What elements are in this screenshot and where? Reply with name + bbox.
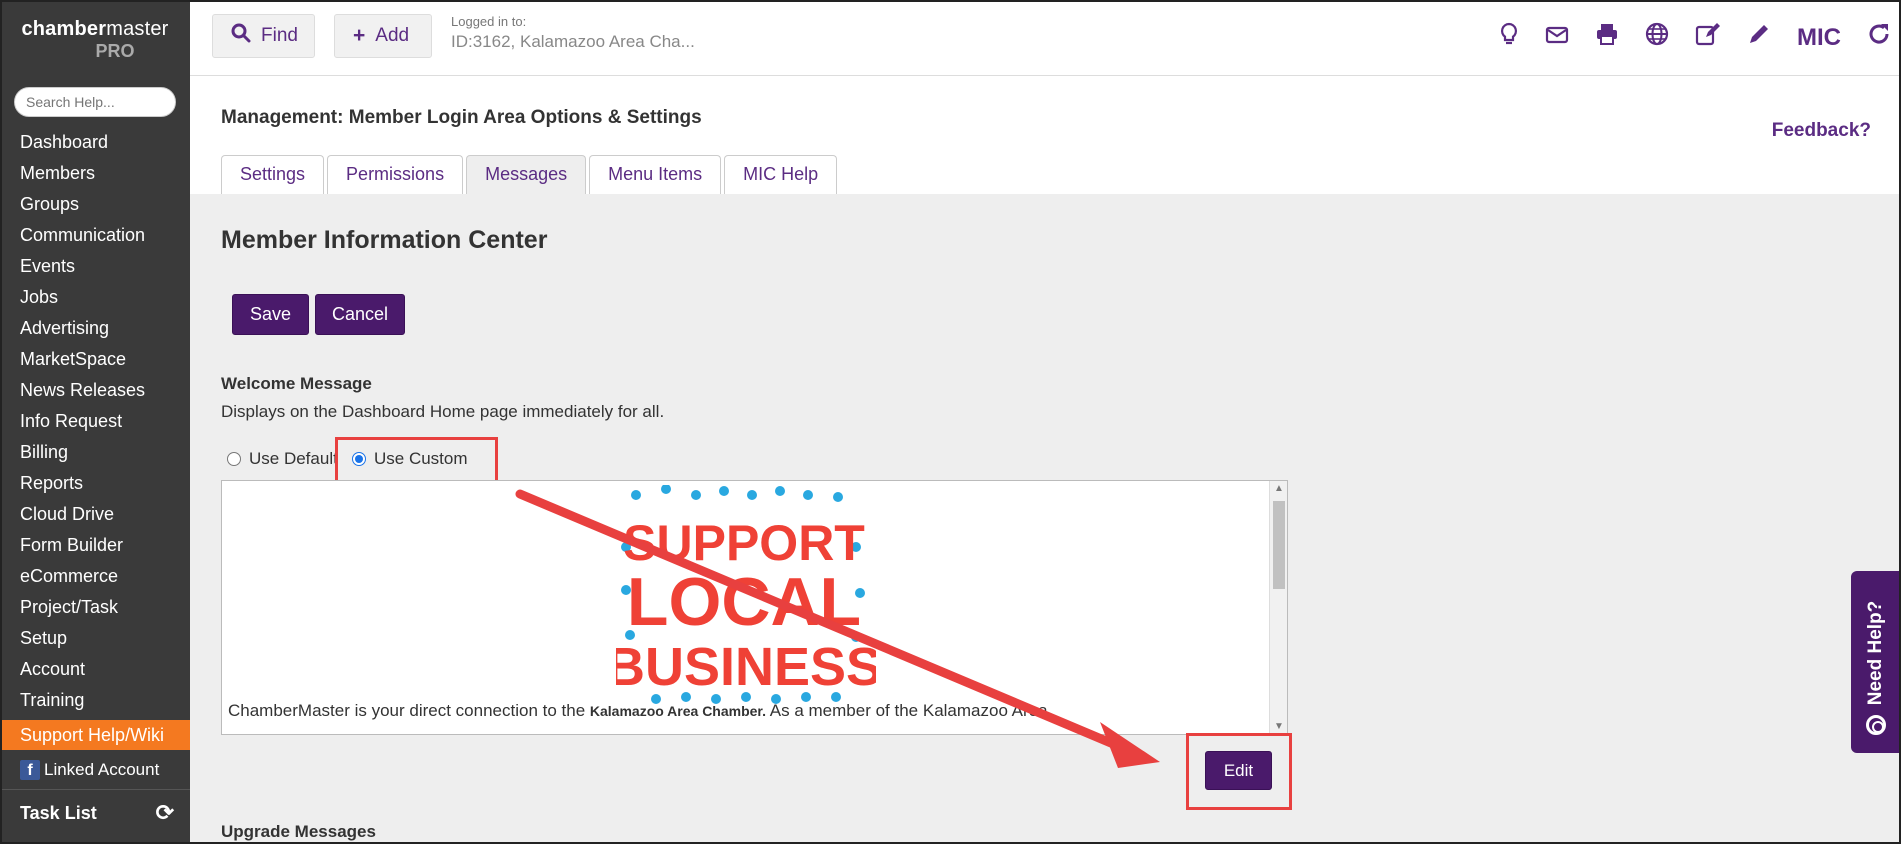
sidebar-item-reports[interactable]: Reports bbox=[0, 468, 190, 499]
logged-in-id[interactable]: ID:3162, Kalamazoo Area Cha... bbox=[451, 32, 695, 52]
sidebar-item-billing[interactable]: Billing bbox=[0, 437, 190, 468]
tab-permissions[interactable]: Permissions bbox=[327, 155, 464, 194]
sidebar-item-training[interactable]: Training bbox=[0, 685, 190, 716]
welcome-message-description: Displays on the Dashboard Home page imme… bbox=[221, 402, 665, 421]
cancel-button[interactable]: Cancel bbox=[315, 294, 405, 335]
content-header: Management: Member Login Area Options & … bbox=[190, 77, 1901, 194]
welcome-text-chamber-name: Kalamazoo Area Chamber. bbox=[589, 703, 766, 719]
need-help-tab[interactable]: Need Help? bbox=[1851, 571, 1901, 753]
edit-highlight bbox=[1186, 733, 1292, 810]
save-button[interactable]: Save bbox=[232, 294, 309, 335]
main-content: Member Information Center Save Cancel We… bbox=[190, 194, 1901, 844]
sidebar-item-cloud-drive[interactable]: Cloud Drive bbox=[0, 499, 190, 530]
tab-messages[interactable]: Messages bbox=[466, 155, 587, 194]
tab-settings[interactable]: Settings bbox=[221, 155, 325, 194]
printer-icon[interactable] bbox=[1595, 23, 1619, 52]
sidebar-item-project-task[interactable]: Project/Task bbox=[0, 592, 190, 623]
top-icons: MIC bbox=[1473, 22, 1891, 53]
image-text-support: SUPPORT bbox=[623, 515, 865, 571]
sidebar-item-form-builder[interactable]: Form Builder bbox=[0, 530, 190, 561]
lifebuoy-icon bbox=[1866, 715, 1886, 735]
sidebar-nav: Dashboard Members Groups Communication E… bbox=[0, 127, 190, 750]
section-title: Member Information Center bbox=[221, 226, 548, 254]
task-list[interactable]: Task List ⟳ bbox=[0, 790, 190, 836]
plus-icon: + bbox=[353, 24, 366, 47]
tab-menu-items[interactable]: Menu Items bbox=[589, 155, 722, 194]
logged-in-label: Logged in to: bbox=[451, 14, 527, 29]
welcome-message-text: ChamberMaster is your direct connection … bbox=[228, 701, 1048, 721]
image-text-local: LOCAL bbox=[627, 564, 861, 640]
add-button[interactable]: + Add bbox=[334, 14, 432, 58]
page-title: Management: Member Login Area Options & … bbox=[221, 107, 702, 128]
radio-use-default[interactable] bbox=[227, 452, 241, 466]
upgrade-messages-title: Upgrade Messages bbox=[221, 822, 376, 841]
search-icon bbox=[231, 23, 251, 49]
refresh-icon[interactable]: ⟳ bbox=[156, 800, 174, 826]
logo-text-bold: chamber bbox=[21, 18, 107, 40]
editor-scrollbar[interactable]: ▲ ▼ bbox=[1269, 481, 1287, 734]
sidebar-item-jobs[interactable]: Jobs bbox=[0, 282, 190, 313]
search-help-input[interactable] bbox=[14, 87, 176, 117]
sidebar-item-account[interactable]: Account bbox=[0, 654, 190, 685]
image-text-business: BUSINESS bbox=[616, 637, 876, 697]
welcome-message-title: Welcome Message bbox=[221, 374, 372, 393]
facebook-icon: f bbox=[20, 759, 40, 780]
reload-icon[interactable] bbox=[1867, 22, 1891, 53]
find-label: Find bbox=[261, 25, 298, 46]
tab-mic-help[interactable]: MIC Help bbox=[724, 155, 838, 194]
sidebar-item-ecommerce[interactable]: eCommerce bbox=[0, 561, 190, 592]
need-help-label: Need Help? bbox=[1865, 600, 1886, 706]
scroll-thumb[interactable] bbox=[1273, 501, 1285, 589]
sidebar-item-groups[interactable]: Groups bbox=[0, 189, 190, 220]
support-local-business-image: SUPPORT LOCAL BUSINESS bbox=[616, 485, 876, 704]
edit-square-icon[interactable] bbox=[1695, 22, 1721, 53]
sidebar-item-dashboard[interactable]: Dashboard bbox=[0, 127, 190, 158]
sidebar-item-events[interactable]: Events bbox=[0, 251, 190, 282]
sidebar: chambermaster PRO Dashboard Members Grou… bbox=[0, 0, 190, 844]
sidebar-item-marketspace[interactable]: MarketSpace bbox=[0, 344, 190, 375]
use-custom-highlight bbox=[335, 437, 498, 486]
sidebar-item-setup[interactable]: Setup bbox=[0, 623, 190, 654]
login-info: Logged in to: ID:3162, Kalamazoo Area Ch… bbox=[451, 14, 695, 52]
add-label: Add bbox=[375, 25, 410, 46]
welcome-message-preview: SUPPORT LOCAL BUSINESS ChamberMaster is … bbox=[221, 480, 1288, 735]
sidebar-item-communication[interactable]: Communication bbox=[0, 220, 190, 251]
sidebar-item-news-releases[interactable]: News Releases bbox=[0, 375, 190, 406]
chambermaster-logo[interactable]: chambermaster PRO bbox=[0, 0, 190, 76]
envelope-icon[interactable] bbox=[1545, 24, 1569, 52]
mic-link[interactable]: MIC bbox=[1797, 24, 1841, 52]
linked-account-link[interactable]: f Linked Account bbox=[0, 750, 190, 790]
sidebar-item-support-help[interactable]: Support Help/Wiki bbox=[0, 720, 190, 750]
feedback-link[interactable]: Feedback? bbox=[1772, 120, 1871, 142]
welcome-text-part-c: As a member of the Kalamazoo Area bbox=[766, 701, 1048, 720]
tab-bar: Settings Permissions Messages Menu Items… bbox=[221, 155, 840, 194]
sidebar-item-advertising[interactable]: Advertising bbox=[0, 313, 190, 344]
welcome-text-part-a: ChamberMaster is your direct connection … bbox=[228, 701, 590, 720]
logo-pro: PRO bbox=[95, 41, 135, 61]
sidebar-item-info-request[interactable]: Info Request bbox=[0, 406, 190, 437]
sidebar-item-members[interactable]: Members bbox=[0, 158, 190, 189]
top-bar: Find + Add Logged in to: ID:3162, Kalama… bbox=[190, 0, 1901, 76]
lightbulb-icon[interactable] bbox=[1499, 22, 1519, 53]
logo-text-rest: master bbox=[106, 18, 169, 40]
radio-use-default-label[interactable]: Use Default bbox=[249, 449, 344, 469]
pencil-icon[interactable] bbox=[1747, 22, 1771, 53]
globe-icon[interactable] bbox=[1645, 22, 1669, 53]
find-button[interactable]: Find bbox=[212, 14, 315, 58]
task-list-label: Task List bbox=[20, 802, 97, 823]
scroll-down-icon[interactable]: ▼ bbox=[1274, 721, 1284, 732]
scroll-up-icon[interactable]: ▲ bbox=[1274, 483, 1284, 494]
linked-account-label: Linked Account bbox=[44, 759, 160, 779]
